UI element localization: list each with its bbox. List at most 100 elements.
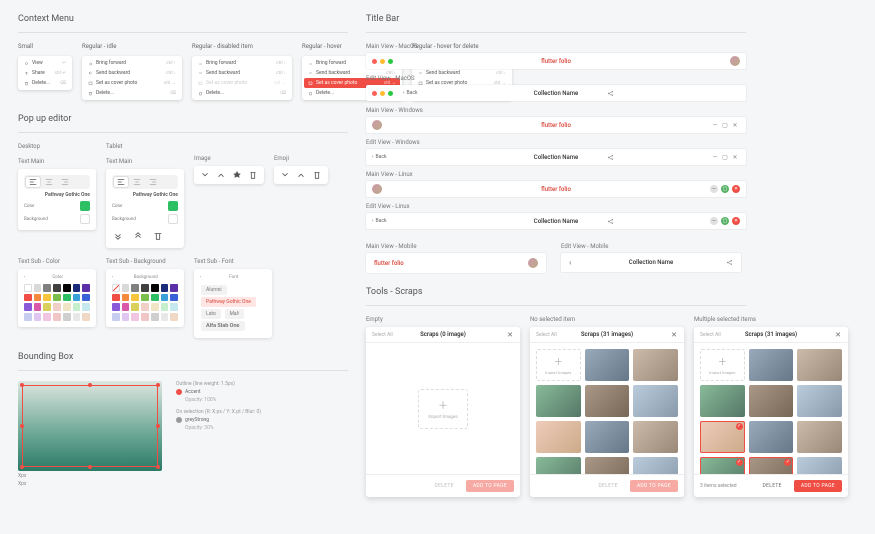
close-icon[interactable]	[372, 59, 377, 64]
mi-view[interactable]: View↵	[20, 58, 70, 68]
lin-min-icon[interactable]: —	[710, 185, 718, 193]
emoji-trash-icon[interactable]	[312, 170, 322, 180]
bb-image[interactable]	[18, 381, 162, 471]
color-swatch[interactable]	[112, 284, 120, 292]
min-icon[interactable]	[380, 59, 385, 64]
mi-cover[interactable]: Set as cover photoctrl →	[84, 78, 180, 88]
color-lbl[interactable]: Color	[24, 204, 35, 209]
mi-fwd[interactable]: Bring forwardctrl ↑	[84, 58, 180, 68]
selectall-empty[interactable]: Select All	[372, 332, 393, 338]
color-swatch[interactable]	[82, 313, 90, 321]
scrap-thumb[interactable]	[633, 457, 678, 474]
color-swatch[interactable]	[43, 294, 51, 302]
color-swatch[interactable]	[63, 303, 71, 311]
color-swatch[interactable]	[151, 303, 159, 311]
scrap-thumb[interactable]	[749, 349, 794, 381]
color-swatch[interactable]	[34, 284, 42, 292]
win-max-icon[interactable]: ▢	[720, 121, 730, 129]
layer-back-icon[interactable]	[112, 230, 124, 242]
share-icon-lin[interactable]	[607, 218, 614, 225]
align-left-t[interactable]	[114, 177, 128, 187]
chevron-left-icon[interactable]: ‹	[24, 275, 25, 280]
color-swatch[interactable]	[43, 303, 51, 311]
win-close-icon[interactable]: ✕	[730, 121, 740, 129]
scrap-thumb[interactable]	[700, 385, 745, 417]
align-seg[interactable]	[24, 175, 90, 189]
color-swatch[interactable]	[141, 294, 149, 302]
color-swatch[interactable]	[73, 284, 81, 292]
color-swatch[interactable]	[82, 294, 90, 302]
color-swatch[interactable]	[82, 303, 90, 311]
align-center-t[interactable]	[130, 177, 144, 187]
back-button[interactable]: ‹Back	[403, 90, 418, 96]
import-thumb[interactable]: ＋Import Images	[700, 349, 745, 381]
lin-close-icon[interactable]: ✕	[732, 185, 740, 193]
font-chip-5[interactable]: Alfa Slab One	[201, 321, 245, 331]
color-swatch[interactable]	[53, 313, 61, 321]
color-swatch[interactable]	[24, 284, 32, 292]
color-swatch[interactable]	[131, 313, 139, 321]
back-mob[interactable]: ‹	[569, 258, 571, 267]
scrap-thumb[interactable]	[797, 349, 842, 381]
color-swatch[interactable]	[131, 294, 139, 302]
mi-fwd-d[interactable]: Bring forwardctrl ↑	[194, 58, 290, 68]
color-swatch[interactable]	[34, 294, 42, 302]
back-lin[interactable]: ‹Back	[372, 218, 387, 224]
emoji-fwd-icon[interactable]	[296, 170, 306, 180]
close-icon-modal-2[interactable]: ✕	[670, 331, 678, 339]
share-icon-win[interactable]	[607, 154, 614, 161]
color-swatch[interactable]	[63, 313, 71, 321]
mi-bwd[interactable]: Send backwardctrl ↓	[84, 68, 180, 78]
scrap-thumb[interactable]	[633, 349, 678, 381]
color-swatch[interactable]	[24, 313, 32, 321]
align-right-t[interactable]	[146, 177, 160, 187]
color-swatch[interactable]	[53, 294, 61, 302]
color-swatch[interactable]	[73, 303, 81, 311]
chevron-left-icon-3[interactable]: ‹	[200, 275, 201, 280]
scrap-thumb[interactable]	[633, 385, 678, 417]
color-swatch[interactable]	[43, 284, 51, 292]
color-swatch[interactable]	[34, 303, 42, 311]
color-swatch[interactable]	[170, 294, 178, 302]
font-chip-3[interactable]: Lato	[201, 309, 221, 319]
font-chip-1[interactable]: Alumni	[201, 285, 227, 295]
color-swatch[interactable]	[34, 313, 42, 321]
bg-grid[interactable]	[112, 284, 178, 321]
bg-lbl[interactable]: Background	[24, 217, 48, 222]
mi-del-d[interactable]: Delete...⌫	[194, 88, 290, 98]
color-swatch[interactable]	[80, 201, 90, 211]
color-swatch[interactable]	[122, 284, 130, 292]
img-trash-icon[interactable]	[248, 170, 258, 180]
scrap-thumb[interactable]	[797, 421, 842, 453]
color-swatch[interactable]	[73, 294, 81, 302]
color-swatch[interactable]	[170, 303, 178, 311]
selectall-multi[interactable]: Select All	[700, 332, 721, 338]
scrap-thumb[interactable]	[700, 457, 745, 474]
img-fwd-icon[interactable]	[216, 170, 226, 180]
color-swatch[interactable]	[151, 313, 159, 321]
scrap-thumb[interactable]	[585, 385, 630, 417]
chevron-left-icon-2[interactable]: ‹	[112, 275, 113, 280]
emoji-back-icon[interactable]	[280, 170, 290, 180]
scrap-thumb[interactable]	[749, 457, 794, 474]
color-swatch[interactable]	[151, 294, 159, 302]
scrap-thumb[interactable]	[585, 421, 630, 453]
scrap-thumb[interactable]	[536, 385, 581, 417]
color-swatch[interactable]	[73, 313, 81, 321]
lin-max-icon[interactable]: ▢	[721, 185, 729, 193]
color-swatch[interactable]	[170, 313, 178, 321]
color-swatch[interactable]	[131, 303, 139, 311]
color-swatch[interactable]	[141, 313, 149, 321]
align-center[interactable]	[42, 177, 56, 187]
scrap-thumb[interactable]	[585, 349, 630, 381]
font-chip-2[interactable]: Pathway Gothic One	[201, 297, 256, 307]
color-swatch[interactable]	[82, 284, 90, 292]
color-swatch[interactable]	[112, 313, 120, 321]
win-min-icon[interactable]: —	[710, 121, 720, 129]
selectall-nosel[interactable]: Select All	[536, 332, 557, 338]
color-swatch[interactable]	[141, 303, 149, 311]
color-swatch[interactable]	[161, 284, 169, 292]
color-swatch[interactable]	[131, 284, 139, 292]
color-swatch[interactable]	[151, 284, 159, 292]
avatar-win[interactable]	[372, 120, 382, 130]
